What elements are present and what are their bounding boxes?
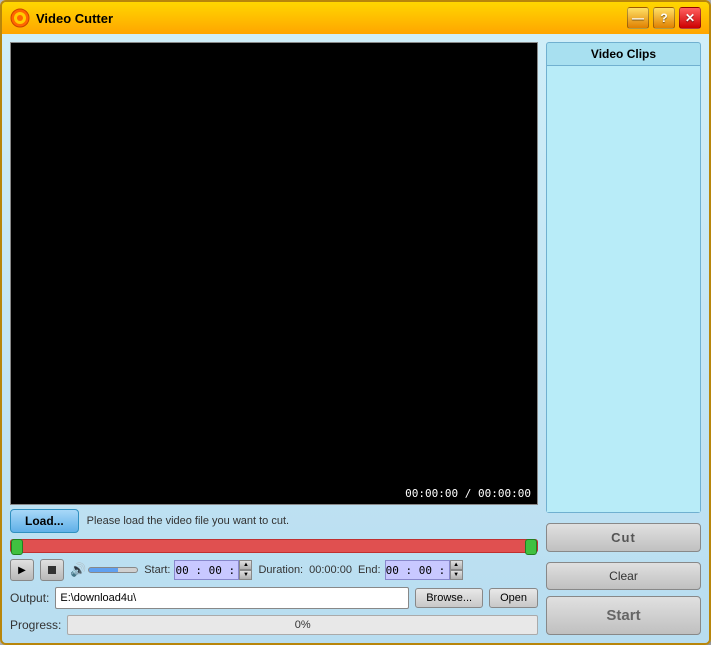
start-time-up[interactable]: ▲ — [239, 560, 252, 570]
end-time-spinner: ▲ ▼ — [450, 560, 463, 580]
video-clips-panel: Video Clips — [546, 42, 701, 513]
help-button[interactable]: ? — [653, 7, 675, 29]
start-time-input[interactable] — [174, 560, 239, 580]
end-label: End: — [358, 564, 381, 576]
progress-label: Progress: — [10, 618, 61, 632]
clear-button[interactable]: Clear — [546, 562, 701, 590]
output-path-input[interactable] — [55, 587, 409, 609]
progress-text: 0% — [295, 619, 311, 631]
main-row: 00:00:00 / 00:00:00 Load... Please load … — [10, 42, 701, 635]
window-controls: — ? ✕ — [627, 7, 701, 29]
volume-icon: 🔊 — [70, 562, 86, 578]
right-panel: Video Clips Cut Clear Start — [546, 42, 701, 635]
output-label: Output: — [10, 591, 49, 605]
title-bar: Video Cutter — ? ✕ — [2, 2, 709, 34]
time-display: 00:00:00 / 00:00:00 — [405, 487, 531, 500]
progress-bar-container: 0% — [67, 615, 538, 635]
stop-button[interactable] — [40, 559, 64, 581]
progress-row: Progress: 0% — [10, 615, 538, 635]
cut-button-area: Cut — [546, 519, 701, 556]
start-time-down[interactable]: ▼ — [239, 570, 252, 580]
range-handle-left[interactable] — [11, 539, 23, 555]
main-window: Video Cutter — ? ✕ 00:00:00 / 00:00:00 L… — [0, 0, 711, 645]
range-track[interactable] — [10, 539, 538, 553]
load-hint: Please load the video file you want to c… — [87, 515, 289, 527]
duration-label: Duration: — [258, 564, 303, 576]
app-icon — [10, 8, 30, 28]
cut-button[interactable]: Cut — [546, 523, 701, 552]
end-time-input[interactable] — [385, 560, 450, 580]
volume-area: 🔊 — [70, 562, 138, 578]
window-title: Video Cutter — [36, 11, 627, 26]
load-button[interactable]: Load... — [10, 509, 79, 533]
end-time-down[interactable]: ▼ — [450, 570, 463, 580]
open-button[interactable]: Open — [489, 588, 538, 608]
left-panel: 00:00:00 / 00:00:00 Load... Please load … — [10, 42, 538, 635]
start-time-spinner: ▲ ▼ — [239, 560, 252, 580]
range-handle-right[interactable] — [525, 539, 537, 555]
output-row: Output: Browse... Open — [10, 587, 538, 609]
stop-icon — [48, 566, 56, 574]
end-time-box: ▲ ▼ — [385, 560, 463, 580]
start-time-box: ▲ ▼ — [174, 560, 252, 580]
duration-value: 00:00:00 — [309, 564, 352, 576]
end-field-group: End: ▲ ▼ — [358, 560, 463, 580]
minimize-button[interactable]: — — [627, 7, 649, 29]
video-clips-body — [547, 66, 700, 512]
load-row: Load... Please load the video file you w… — [10, 509, 538, 533]
close-button[interactable]: ✕ — [679, 7, 701, 29]
video-preview: 00:00:00 / 00:00:00 — [10, 42, 538, 505]
play-button[interactable]: ▶ — [10, 559, 34, 581]
end-time-up[interactable]: ▲ — [450, 560, 463, 570]
playback-row: ▶ 🔊 Start: ▲ — [10, 559, 538, 581]
start-button[interactable]: Start — [546, 596, 701, 635]
volume-slider[interactable] — [88, 567, 138, 573]
start-label: Start: — [144, 564, 170, 576]
slider-row — [10, 539, 538, 553]
video-clips-header: Video Clips — [547, 43, 700, 66]
browse-button[interactable]: Browse... — [415, 588, 483, 608]
play-icon: ▶ — [18, 565, 26, 576]
start-field-group: Start: ▲ ▼ — [144, 560, 252, 580]
content-area: 00:00:00 / 00:00:00 Load... Please load … — [2, 34, 709, 643]
